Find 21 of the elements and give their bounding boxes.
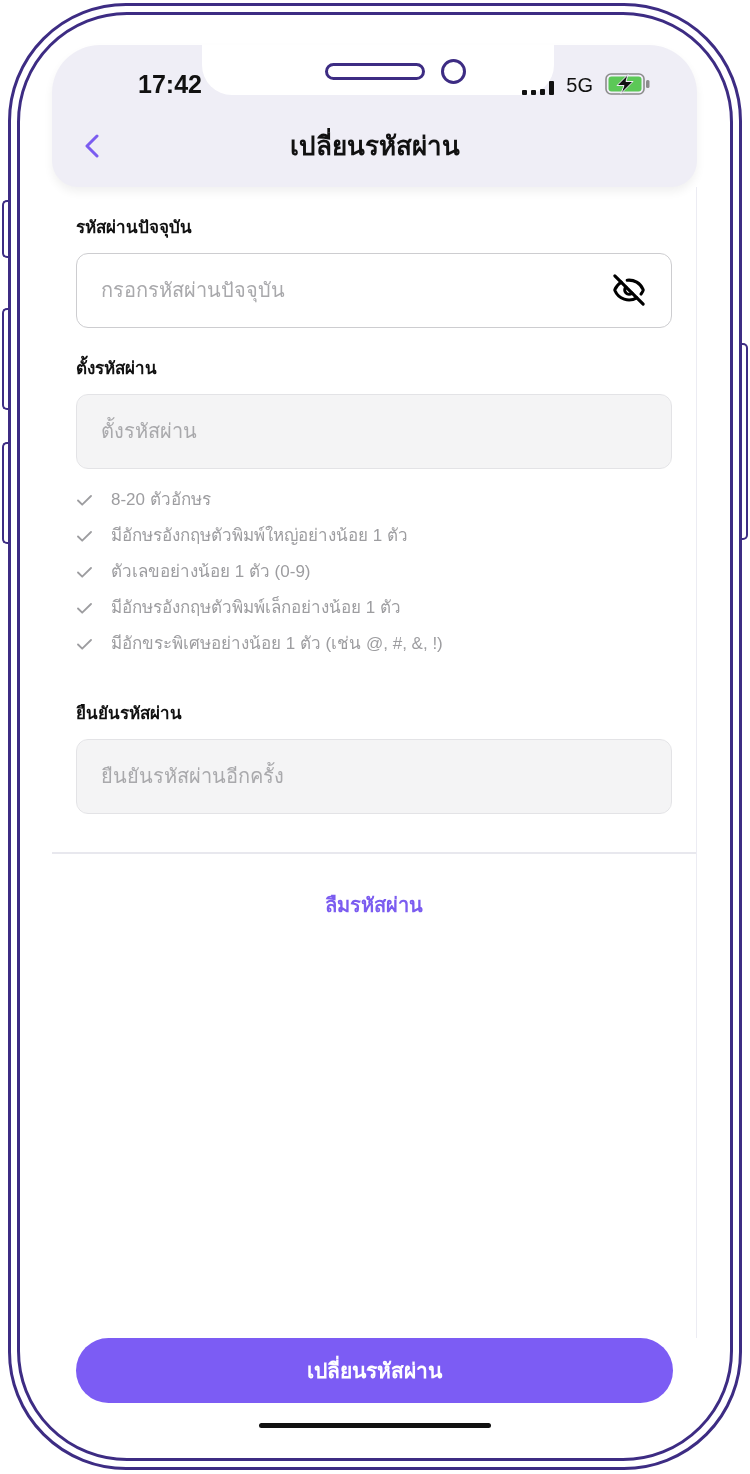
chevron-left-icon [85, 134, 99, 158]
network-label: 5G [566, 75, 593, 95]
battery-charging-icon [605, 73, 651, 95]
password-rule: มีอักขระพิเศษอย่างน้อย 1 ตัว (เช่น @, #, &, !) [111, 633, 443, 656]
back-button[interactable] [85, 134, 99, 158]
eye-off-icon[interactable] [612, 273, 646, 307]
password-field[interactable]: กรอกรหัสผ่านปัจจุบัน [76, 253, 672, 328]
status-time: 17:42 [138, 69, 202, 99]
forgot-password-link[interactable]: ลืมรหัสผ่าน [325, 889, 423, 920]
page-title: เปลี่ยนรหัสผ่าน [289, 127, 460, 163]
password-rule: 8-20 ตัวอักษร [111, 489, 211, 512]
field-label: ยืนยันรหัสผ่าน [76, 703, 182, 725]
field-label: ตั้งรหัสผ่าน [76, 357, 157, 381]
signal-icon [522, 81, 555, 95]
speaker-grille-icon [325, 62, 425, 80]
change-password-button[interactable]: เปลี่ยนรหัสผ่าน [76, 1338, 673, 1403]
password-rule: มีอักษรอังกฤษตัวพิมพ์เล็กอย่างน้อย 1 ตัว [111, 595, 401, 620]
password-rule: มีอักษรอังกฤษตัวพิมพ์ใหญ่อย่างน้อย 1 ตัว [111, 524, 408, 548]
camera-icon [441, 58, 466, 84]
password-rule: ตัวเลขอย่างน้อย 1 ตัว (0-9) [111, 561, 311, 584]
field-label: รหัสผ่านปัจจุบัน [76, 217, 192, 240]
